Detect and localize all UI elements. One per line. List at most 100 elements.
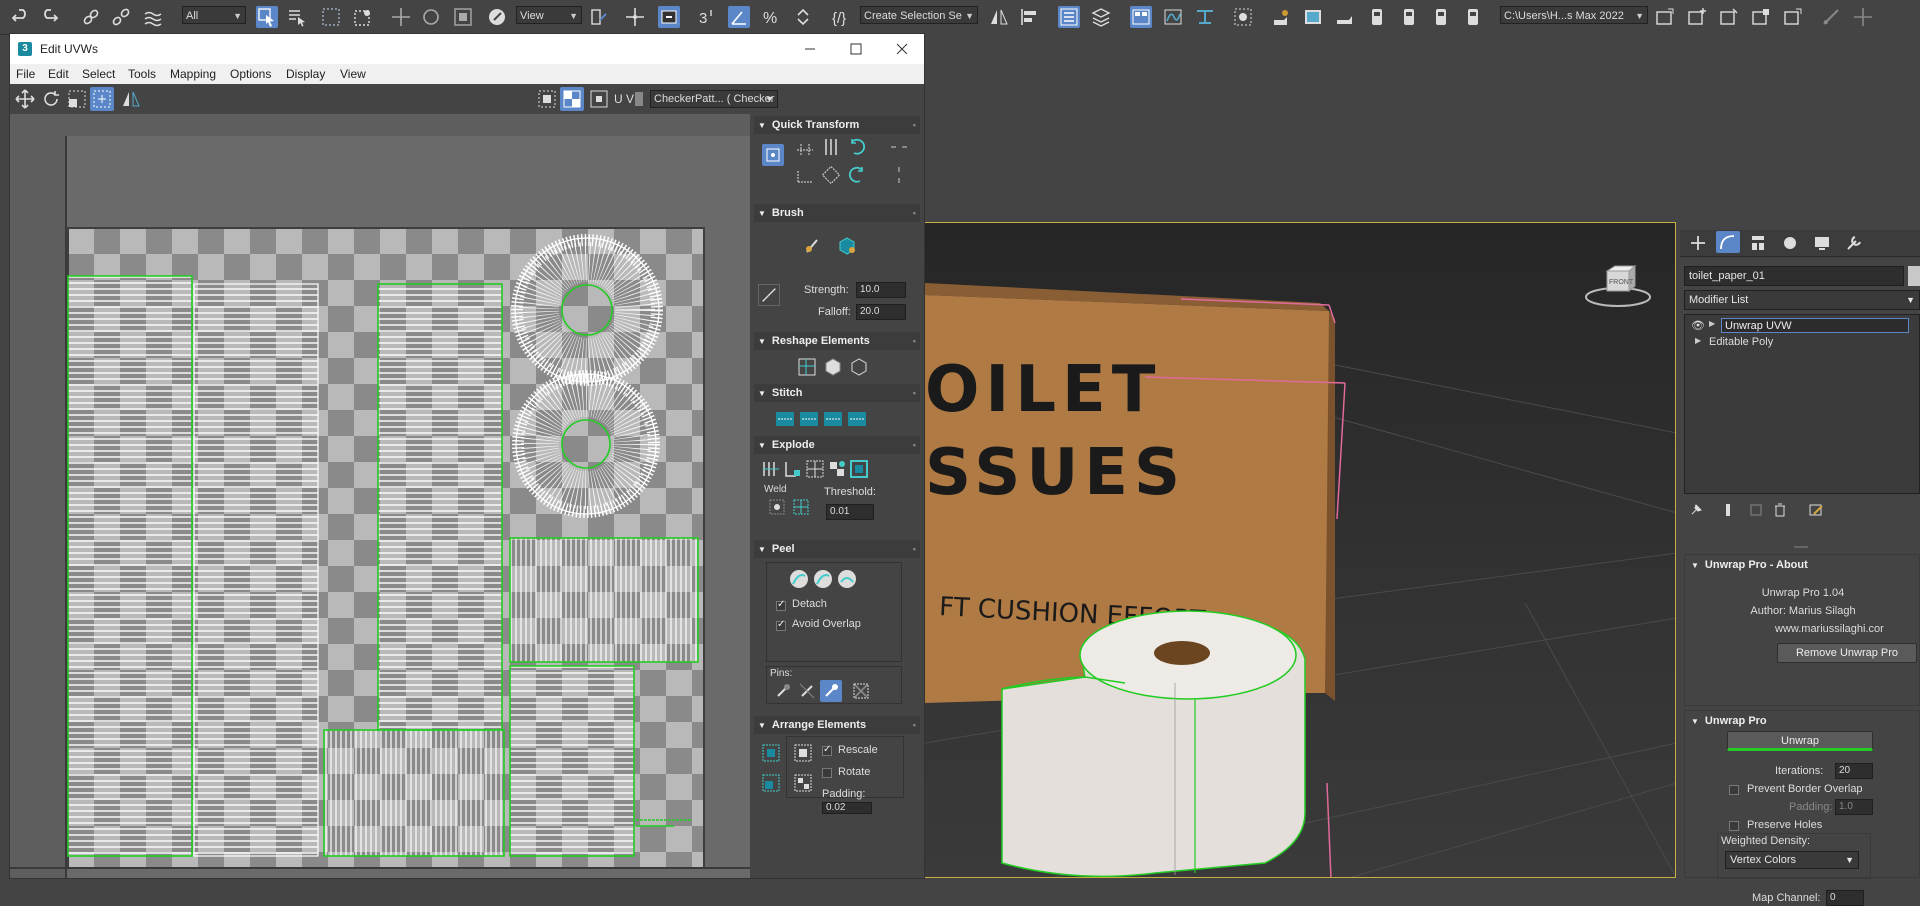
stack-item-editable-poly[interactable]: ▶ Editable Poly <box>1687 335 1917 351</box>
uv-shell-strip-2[interactable] <box>193 283 319 857</box>
stitch-to-source-icon[interactable] <box>798 408 820 430</box>
uv-shell-panel-1[interactable] <box>323 729 505 857</box>
selection-filter-dropdown[interactable]: All ▼ <box>182 6 246 24</box>
render-icon-2[interactable] <box>1398 6 1420 28</box>
detach-checkbox[interactable] <box>776 599 786 611</box>
select-pinned-icon[interactable] <box>850 680 872 702</box>
modify-tab-icon[interactable] <box>1716 231 1740 253</box>
scale-icon[interactable] <box>452 6 474 28</box>
break-icon[interactable] <box>760 458 782 480</box>
bind-space-warp-icon[interactable] <box>142 6 164 28</box>
panel-grip[interactable] <box>1794 546 1808 548</box>
avoid-overlap-checkbox[interactable] <box>776 619 786 631</box>
snaps-toggle-icon[interactable]: 3 <box>696 6 718 28</box>
rotate-checkbox[interactable] <box>822 768 832 778</box>
flatten-by-smoothing-icon[interactable] <box>826 458 848 480</box>
minimize-icon[interactable] <box>800 40 820 58</box>
menu-view[interactable]: View <box>340 67 366 81</box>
map-channel-spinner[interactable]: 0 <box>1826 890 1864 906</box>
toilet-paper-roll[interactable] <box>1001 610 1306 877</box>
new-project-icon[interactable] <box>1686 6 1708 28</box>
schematic-view-icon[interactable] <box>1194 6 1216 28</box>
menu-display[interactable]: Display <box>286 67 325 81</box>
align-vertical-icon[interactable] <box>820 136 842 158</box>
show-map-icon[interactable] <box>536 88 558 110</box>
uv-shell-panel-2[interactable] <box>509 537 699 663</box>
uv-grid-icon[interactable] <box>588 88 610 110</box>
menu-select[interactable]: Select <box>82 67 115 81</box>
percent-snap-icon[interactable]: % <box>760 6 782 28</box>
layer-explorer-icon[interactable] <box>1090 6 1112 28</box>
uv-axis-toggle-icon[interactable] <box>632 88 646 110</box>
scene-explorer-icon[interactable] <box>1058 6 1080 28</box>
uv-rotate-icon[interactable] <box>40 88 62 110</box>
hierarchy-tab-icon[interactable] <box>1748 233 1768 253</box>
weighted-density-dropdown[interactable]: Vertex Colors ▼ <box>1725 851 1859 869</box>
pin-icon[interactable] <box>772 680 794 702</box>
render-icon-3[interactable] <box>1430 6 1452 28</box>
threshold-spinner[interactable]: 0.01 <box>826 504 874 520</box>
menu-options[interactable]: Options <box>230 67 271 81</box>
uv-editor-canvas[interactable] <box>10 114 750 878</box>
select-manipulate-icon[interactable] <box>624 6 646 28</box>
delete-modifier-icon[interactable] <box>1772 502 1788 518</box>
curve-editor-icon[interactable] <box>1162 6 1184 28</box>
arrange-elements-header[interactable]: ▼ Arrange Elements ▪ <box>754 716 920 734</box>
strength-spinner[interactable]: 10.0 <box>856 282 906 298</box>
stack-item-unwrap-uvw[interactable]: 👁 ▶ Unwrap UVW <box>1687 318 1917 334</box>
object-color-swatch[interactable] <box>1908 266 1920 286</box>
viewcube[interactable]: FRONT <box>1579 264 1657 313</box>
explode-header[interactable]: ▼ Explode ▪ <box>754 436 920 454</box>
space-icon[interactable] <box>820 164 842 186</box>
about-rollout-header[interactable]: ▼ Unwrap Pro - About <box>1691 559 1808 571</box>
reference-coord-dropdown[interactable]: View ▼ <box>516 6 582 24</box>
distribute-horizontal-icon[interactable] <box>888 136 910 158</box>
stitch-custom-icon[interactable] <box>774 408 796 430</box>
peel-mode-icon[interactable] <box>812 568 834 590</box>
stitch-to-average-icon[interactable] <box>822 408 844 430</box>
select-object-icon[interactable] <box>256 6 278 28</box>
iterations-spinner[interactable]: 20 <box>1835 763 1873 779</box>
render-icon-1[interactable] <box>1366 6 1388 28</box>
render-icon-4[interactable] <box>1462 6 1484 28</box>
select-by-name-icon[interactable] <box>286 6 308 28</box>
quick-peel-icon[interactable] <box>788 568 810 590</box>
edit-named-selection-icon[interactable]: {/} <box>830 6 852 28</box>
spinner-snap-icon[interactable] <box>792 6 814 28</box>
keyboard-shortcut-toggle-icon[interactable] <box>658 6 680 28</box>
reshape-elements-header[interactable]: ▼ Reshape Elements ▪ <box>754 332 920 350</box>
menu-tools[interactable]: Tools <box>128 67 156 81</box>
relax-cube-icon[interactable] <box>822 356 844 378</box>
checker-display-icon[interactable] <box>560 87 584 111</box>
menu-edit[interactable]: Edit <box>48 67 69 81</box>
render-setup-icon[interactable] <box>1270 6 1292 28</box>
extra-transform-icon[interactable] <box>1852 6 1874 28</box>
menu-mapping[interactable]: Mapping <box>170 67 216 81</box>
display-tab-icon[interactable] <box>1812 233 1832 253</box>
create-tab-icon[interactable] <box>1688 233 1708 253</box>
relax-until-flat-icon[interactable] <box>848 356 870 378</box>
quick-transform-header[interactable]: ▼ Quick Transform ▪ <box>754 116 920 134</box>
project-settings-icon[interactable] <box>1750 6 1772 28</box>
pack-uniform-icon[interactable] <box>792 772 814 794</box>
stitch-to-target-icon[interactable] <box>846 408 868 430</box>
move-icon[interactable] <box>390 6 412 28</box>
uv-mirror-icon[interactable] <box>120 88 142 110</box>
about-website[interactable]: www.mariussilaghi.cor <box>1775 623 1920 635</box>
align-to-edge-icon[interactable] <box>794 164 816 186</box>
texture-dropdown[interactable]: CheckerPatt... ( Checker ) ▼ <box>650 90 778 108</box>
utilities-tab-icon[interactable] <box>1844 233 1864 253</box>
link-icon[interactable] <box>80 6 102 28</box>
detach-edge-verts-icon[interactable] <box>782 458 804 480</box>
falloff-spinner[interactable]: 20.0 <box>856 304 906 320</box>
reset-peel-icon[interactable] <box>836 568 858 590</box>
project-folder-2-icon[interactable] <box>1782 6 1804 28</box>
unwrap-pro-rollout-header[interactable]: ▼ Unwrap Pro <box>1691 715 1767 727</box>
pin-stack-icon[interactable] <box>1688 502 1704 518</box>
configure-sets-icon[interactable] <box>1808 502 1824 518</box>
mirror-icon[interactable] <box>988 6 1010 28</box>
auto-pin-icon[interactable] <box>820 680 842 702</box>
padding-spinner[interactable]: 1.0 <box>1835 799 1873 815</box>
weld-all-icon[interactable] <box>790 496 812 518</box>
peel-header[interactable]: ▼ Peel ▪ <box>754 540 920 558</box>
